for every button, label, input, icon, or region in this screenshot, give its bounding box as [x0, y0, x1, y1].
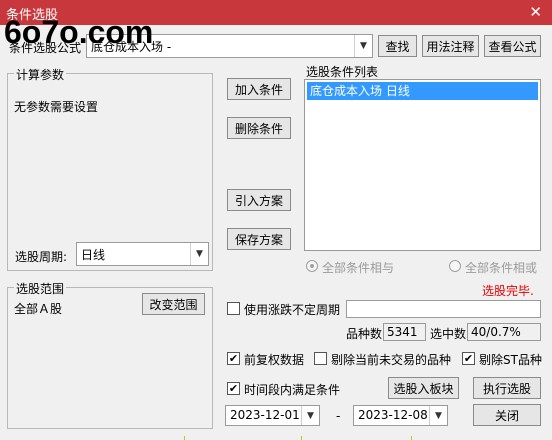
time-range-label: 时间段内满足条件 [244, 383, 341, 397]
and-radio[interactable] [306, 260, 318, 272]
or-radio-label: 全部条件相或 [465, 261, 538, 275]
unfixed-period-checkbox[interactable] [227, 302, 240, 315]
change-range-button[interactable]: 改变范围 [142, 293, 205, 315]
period-combo[interactable]: 日线 ▼ [76, 242, 209, 266]
exclude-st-label: 剔除ST品种 [479, 353, 542, 367]
or-radio[interactable] [449, 260, 461, 272]
pre-adjust-label: 前复权数据 [244, 353, 305, 367]
count-label: 品种数 [346, 327, 383, 341]
selected-label: 选中数 [430, 327, 467, 341]
period-label: 选股周期: [15, 250, 68, 264]
period-value: 日线 [81, 248, 106, 262]
watermark-logo: 6o7o.com [4, 14, 154, 50]
no-params-text: 无参数需要设置 [14, 100, 99, 114]
selected-value: 40/0.7% [467, 323, 541, 341]
close-icon[interactable]: ✕ [529, 3, 542, 21]
end-date-value: 2023-12-08 [358, 408, 428, 422]
range-value: 全部Ａ股 [14, 302, 63, 316]
count-value: 5341 [383, 323, 426, 341]
usage-notes-button[interactable]: 用法注释 [422, 35, 479, 57]
start-date-value: 2023-12-01 [230, 408, 300, 422]
exclude-st-checkbox[interactable]: ✔ [462, 352, 475, 365]
and-radio-label: 全部条件相与 [322, 261, 395, 275]
close-button[interactable]: 关闭 [473, 404, 541, 426]
chevron-down-icon[interactable]: ▼ [429, 406, 447, 425]
params-group: 计算参数 无参数需要设置 选股周期: 日线 ▼ [7, 66, 213, 271]
exclude-untraded-label: 剔除当前未交易的品种 [331, 353, 452, 367]
range-group-title: 选股范围 [14, 280, 67, 297]
exclude-untraded-checkbox[interactable] [314, 352, 327, 365]
add-condition-button[interactable]: 加入条件 [227, 78, 291, 100]
view-formula-button[interactable]: 查看公式 [484, 35, 541, 57]
chevron-down-icon[interactable]: ▼ [301, 406, 319, 425]
status-text: 选股完毕. [482, 284, 534, 298]
date-separator: - [336, 409, 341, 423]
end-date-picker[interactable]: 2023-12-08 ▼ [353, 405, 448, 426]
condition-list[interactable]: 底仓成本入场 日线 [304, 79, 541, 251]
unfixed-period-input[interactable] [346, 300, 541, 318]
time-range-checkbox[interactable]: ✔ [227, 382, 240, 395]
dialog-body: 条件选股 ✕ 条件选股公式 底仓成本入场 - ▼ 6o7o.com 查找 用法注… [0, 0, 552, 436]
execute-selection-button[interactable]: 执行选股 [473, 377, 541, 399]
pre-adjust-checkbox[interactable]: ✔ [227, 352, 240, 365]
add-to-block-button[interactable]: 选股入板块 [388, 377, 459, 399]
chevron-down-icon[interactable]: ▼ [190, 243, 208, 265]
chevron-down-icon[interactable]: ▼ [354, 35, 372, 57]
find-button[interactable]: 查找 [378, 35, 417, 57]
radio-dot-icon [310, 264, 314, 268]
save-scheme-button[interactable]: 保存方案 [227, 228, 291, 250]
condition-list-title: 选股条件列表 [306, 65, 379, 79]
list-item[interactable]: 底仓成本入场 日线 [307, 82, 538, 100]
import-scheme-button[interactable]: 引入方案 [227, 189, 291, 211]
condition-selection-dialog: 条件选股 ✕ 条件选股公式 底仓成本入场 - ▼ 6o7o.com 查找 用法注… [0, 0, 552, 440]
start-date-picker[interactable]: 2023-12-01 ▼ [225, 405, 320, 426]
unfixed-period-label: 使用涨跌不定周期 [244, 303, 341, 317]
range-group: 选股范围 全部Ａ股 改变范围 [7, 280, 213, 429]
delete-condition-button[interactable]: 删除条件 [227, 117, 291, 139]
params-group-title: 计算参数 [14, 66, 67, 83]
